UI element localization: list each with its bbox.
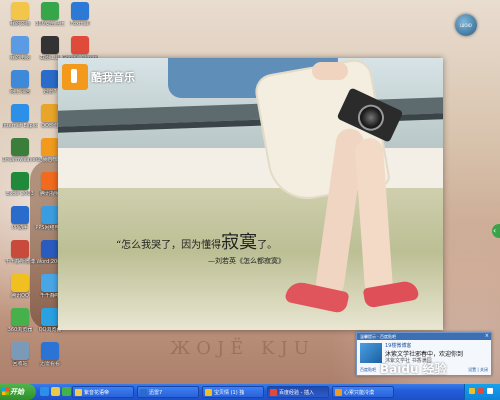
taskbar-task-button[interactable]: 心累只能冷漠 bbox=[332, 386, 394, 398]
app-icon bbox=[41, 172, 59, 190]
floating-widget[interactable]: ШОЮ bbox=[455, 14, 477, 36]
app-icon bbox=[41, 138, 59, 156]
app-icon bbox=[41, 36, 59, 54]
notification-header-text: 温馨提示 - 百度贴吧 bbox=[360, 334, 396, 339]
app-icon bbox=[11, 104, 29, 122]
desktop-icon[interactable]: 迅雷看看 bbox=[32, 342, 68, 382]
quote-emphasis: 寂寞 bbox=[221, 232, 258, 253]
task-label: 心累只能冷漠 bbox=[344, 390, 375, 396]
app-icon bbox=[41, 206, 59, 224]
app-icon bbox=[11, 70, 29, 88]
browser-quicklaunch-icon[interactable] bbox=[62, 387, 71, 396]
volume-tray-icon[interactable] bbox=[487, 388, 493, 394]
start-label: 开始 bbox=[10, 388, 24, 396]
app-icon bbox=[11, 172, 29, 190]
taskbar-task-button[interactable]: 迅雷7 bbox=[137, 386, 199, 398]
app-icon bbox=[41, 2, 59, 20]
floating-widget-label: ШОЮ bbox=[460, 23, 472, 28]
app-icon bbox=[41, 240, 59, 258]
quote-line-1: “怎么我哭了，因为懂得寂寞了。 bbox=[116, 228, 285, 254]
app-icon bbox=[71, 2, 89, 20]
desktop-icon-label: 迅雷看看 bbox=[39, 361, 60, 367]
system-tray bbox=[464, 384, 500, 400]
sidebar-toggle-arrow-icon[interactable]: ‹ bbox=[492, 224, 500, 238]
notification-header: 温馨提示 - 百度贴吧 × bbox=[357, 333, 491, 340]
qq-tray-icon[interactable] bbox=[469, 388, 475, 394]
quote-text-b: 了。 bbox=[257, 240, 278, 251]
app-icon bbox=[11, 2, 29, 20]
app-icon bbox=[71, 36, 89, 54]
app-icon bbox=[11, 240, 29, 258]
desktop-icon-label: Foxmail bbox=[70, 21, 90, 27]
app-icon bbox=[11, 138, 29, 156]
app-icon bbox=[11, 308, 29, 326]
folder-quicklaunch-icon[interactable] bbox=[51, 387, 60, 396]
taskbar-task-button[interactable]: 百度经验 - 插入 bbox=[267, 386, 329, 398]
app-icon bbox=[11, 36, 29, 54]
quick-launch bbox=[40, 387, 71, 396]
app-icon bbox=[41, 308, 59, 326]
player-background-hand bbox=[312, 62, 348, 80]
wallpaper-text: ЖOJЁ KJU bbox=[170, 338, 315, 359]
task-app-icon bbox=[205, 389, 212, 396]
player-logo[interactable]: 酷我音乐 bbox=[62, 64, 135, 90]
app-icon bbox=[41, 104, 59, 122]
ie-quicklaunch-icon[interactable] bbox=[40, 387, 49, 396]
app-icon bbox=[41, 274, 59, 292]
start-button[interactable]: 开始 bbox=[0, 384, 36, 400]
notification-image bbox=[360, 343, 382, 363]
security-tray-icon[interactable] bbox=[478, 388, 484, 394]
task-label: 迅雷7 bbox=[149, 390, 163, 396]
task-app-icon bbox=[335, 389, 342, 396]
task-label: 宝贝情 (1) 独 bbox=[214, 390, 245, 396]
taskbar: 开始 紫音花语帝 迅雷7 宝贝情 (1) 独 百度经验 - 插入 心累只能冷漠 bbox=[0, 384, 500, 400]
task-label: 紫音花语帝 bbox=[84, 390, 110, 396]
task-app-icon bbox=[270, 389, 277, 396]
app-icon bbox=[11, 342, 29, 360]
app-icon bbox=[11, 206, 29, 224]
task-app-icon bbox=[75, 389, 82, 396]
task-label: 百度经验 - 插入 bbox=[279, 390, 314, 396]
app-icon bbox=[41, 342, 59, 360]
music-player-window[interactable]: 酷我音乐 “怎么我哭了，因为懂得寂寞了。 —刘若英《怎么都寂寞》 bbox=[58, 58, 443, 330]
taskbar-task-button[interactable]: 紫音花语帝 bbox=[72, 386, 134, 398]
notification-close-icon[interactable]: × bbox=[485, 333, 489, 340]
windows-logo-icon bbox=[2, 388, 9, 395]
player-app-name: 酷我音乐 bbox=[91, 71, 135, 84]
app-icon bbox=[11, 274, 29, 292]
notification-title[interactable]: 19楼微博客 bbox=[385, 342, 411, 349]
notification-settings-link[interactable]: 设置 | 关闭 bbox=[468, 367, 488, 373]
kuwo-logo-icon bbox=[62, 64, 88, 90]
taskbar-task-button[interactable]: 宝贝情 (1) 独 bbox=[202, 386, 264, 398]
baidu-watermark: Baidu 经验 bbox=[380, 362, 447, 376]
app-icon bbox=[41, 70, 59, 88]
task-app-icon bbox=[140, 389, 147, 396]
lyric-quote: “怎么我哭了，因为懂得寂寞了。 —刘若英《怎么都寂寞》 bbox=[116, 228, 285, 266]
notification-footer-link[interactable]: 百度贴吧 bbox=[360, 367, 376, 373]
quote-text-a: “怎么我哭了，因为懂得 bbox=[116, 240, 222, 251]
quote-attribution: —刘若英《怎么都寂寞》 bbox=[208, 257, 285, 265]
